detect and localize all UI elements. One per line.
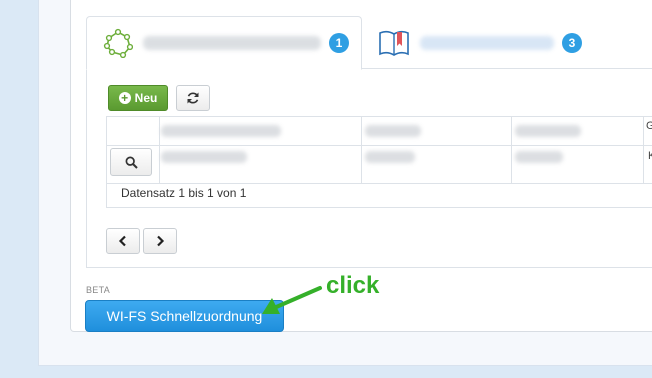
tab-second-label-redacted (420, 36, 554, 50)
grid-header-cut-text: G (646, 120, 652, 132)
grid-cell-cut-text: K (648, 150, 652, 162)
quick-assignment-button[interactable]: WI-FS Schnellzuordnung (85, 300, 284, 332)
chevron-right-icon (155, 235, 165, 247)
chevron-left-icon (118, 235, 128, 247)
tab-second-badge: 3 (562, 33, 582, 53)
plus-circle-icon: + (118, 92, 131, 104)
search-icon (125, 156, 138, 169)
data-cell-redacted (161, 151, 247, 163)
polygon-icon (103, 28, 133, 58)
refresh-button[interactable] (176, 85, 210, 111)
click-annotation: click (326, 272, 380, 299)
new-button-label: Neu (134, 91, 158, 105)
refresh-icon (186, 91, 200, 105)
header-cell-redacted (161, 125, 281, 137)
header-cell-redacted (365, 125, 421, 137)
book-icon (378, 29, 410, 57)
records-info: Datensatz 1 bis 1 von 1 (121, 186, 247, 200)
tab-second[interactable]: 3 (362, 16, 582, 70)
header-cell-redacted (515, 125, 581, 137)
data-cell-redacted (365, 151, 415, 163)
next-page-button[interactable] (143, 228, 177, 254)
tab-first-label-redacted (143, 36, 321, 50)
data-cell-redacted (515, 151, 563, 163)
arrow-icon (258, 284, 324, 318)
search-button[interactable] (110, 148, 152, 176)
tab-first-badge: 1 (329, 33, 349, 53)
beta-label: BETA (86, 285, 111, 295)
previous-page-button[interactable] (106, 228, 140, 254)
tab-first[interactable]: 1 (86, 16, 362, 70)
new-button[interactable]: + Neu (108, 85, 168, 111)
